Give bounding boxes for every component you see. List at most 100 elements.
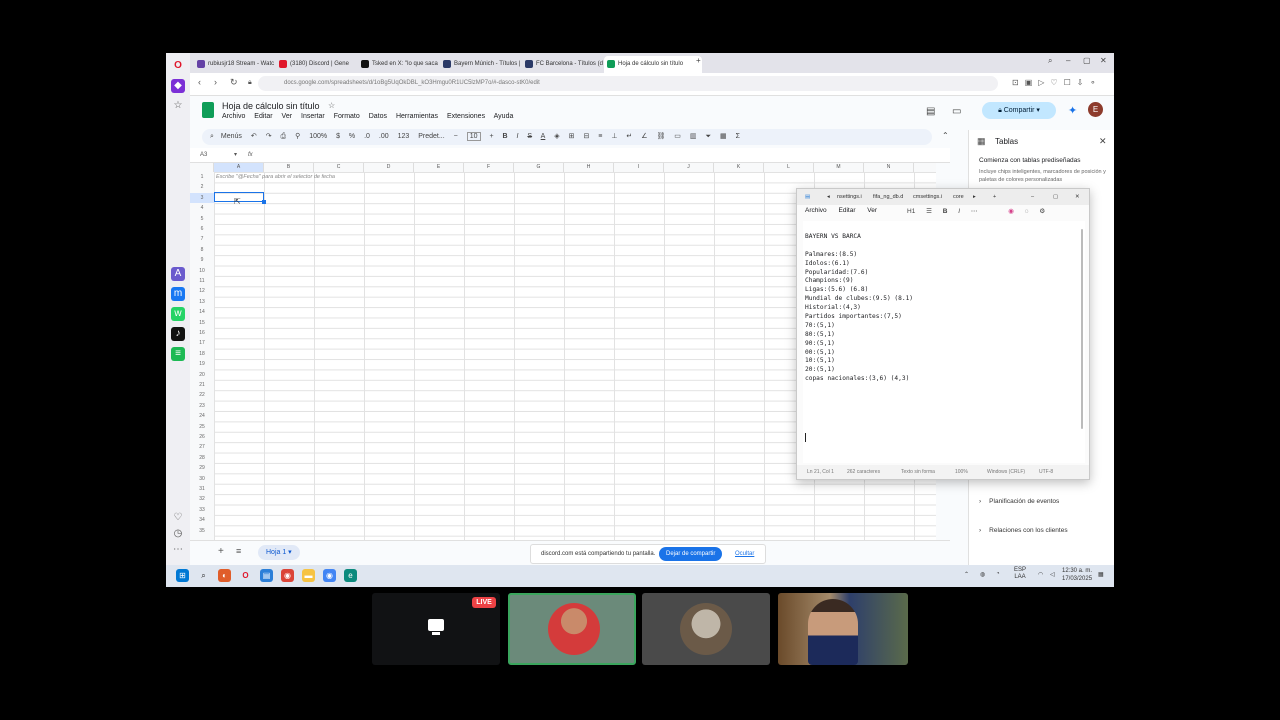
notepad-menu-ver[interactable]: Ver <box>867 207 877 214</box>
row-header[interactable]: 34 <box>190 515 214 525</box>
percent-button[interactable]: % <box>349 133 355 140</box>
row-header[interactable]: 8 <box>190 245 214 255</box>
bold-icon[interactable]: B <box>503 133 508 140</box>
row-header[interactable]: 3 <box>190 192 214 204</box>
profile-icon[interactable]: ◌ <box>1025 208 1029 215</box>
address-bar-icons[interactable]: ⊡▣▷♡☐⇩⚬ <box>1012 78 1102 87</box>
menu-herramientas[interactable]: Herramientas <box>396 113 438 120</box>
tray-chevron-icon[interactable]: ⌃ <box>964 571 969 578</box>
row-header[interactable]: 25 <box>190 422 214 432</box>
column-header[interactable]: J <box>664 163 714 172</box>
comment-icon[interactable]: ▭ <box>674 133 681 140</box>
valign-icon[interactable]: ⊥ <box>611 133 617 140</box>
column-header[interactable]: F <box>464 163 514 172</box>
wrap-icon[interactable]: ↵ <box>626 133 632 140</box>
notepad-tab[interactable]: fifa_ng_db.d <box>873 189 903 205</box>
row-header[interactable]: 12 <box>190 286 214 296</box>
column-header[interactable]: C <box>314 163 364 172</box>
browser-tab[interactable]: FC Barcelona - Títulos (d <box>522 56 614 73</box>
row-header[interactable]: 32 <box>190 494 214 504</box>
borders-icon[interactable]: ⊞ <box>569 133 575 140</box>
rotate-icon[interactable]: ∠ <box>641 133 647 140</box>
close-panel-icon[interactable]: ✕ <box>1099 136 1107 147</box>
heading-button[interactable]: H1 <box>907 208 915 215</box>
italic-icon[interactable]: I <box>517 133 519 140</box>
menus-search[interactable]: Menús <box>221 133 242 140</box>
row-header[interactable]: 19 <box>190 359 214 369</box>
column-header[interactable]: D <box>364 163 414 172</box>
document-title[interactable]: Hoja de cálculo sin título <box>222 101 320 111</box>
row-header[interactable]: 16 <box>190 328 214 338</box>
volume-icon[interactable]: ◁ <box>1050 571 1055 578</box>
copilot-icon[interactable]: ◉ <box>1008 208 1014 215</box>
redo-icon[interactable]: ↷ <box>266 133 272 140</box>
row-header[interactable]: 14 <box>190 307 214 317</box>
participant-tile[interactable] <box>642 593 770 665</box>
widgets-icon[interactable]: ◐ <box>218 569 231 582</box>
webcam-tile[interactable] <box>778 593 908 665</box>
avatar[interactable]: E <box>1088 102 1103 117</box>
filter-icon[interactable]: ⏷ <box>705 133 711 140</box>
scroll-tabs-right-icon[interactable]: ▸ <box>973 189 976 205</box>
row-header[interactable]: 27 <box>190 442 214 452</box>
menu-archivo[interactable]: Archivo <box>222 113 245 120</box>
merge-icon[interactable]: ⊟ <box>583 133 589 140</box>
browser-tab[interactable]: Bayern Múnich - Títulos | <box>440 56 532 73</box>
more-icon[interactable]: ⋯ <box>971 208 978 215</box>
column-header[interactable]: B <box>264 163 314 172</box>
comments-icon[interactable]: ▤ <box>926 106 935 117</box>
spotify-icon[interactable]: ≡ <box>171 347 185 361</box>
browser-tab-active[interactable]: Hoja de cálculo sin título <box>604 56 702 73</box>
chrome-icon[interactable]: ◉ <box>281 569 294 582</box>
aria-icon[interactable]: ◆ <box>171 79 185 93</box>
meet-icon[interactable]: ▭ <box>952 106 961 117</box>
row-header[interactable]: 29 <box>190 463 214 473</box>
chart-icon[interactable]: ▥ <box>690 133 697 140</box>
file-explorer-icon[interactable]: ▬ <box>302 569 315 582</box>
undo-icon[interactable]: ↶ <box>251 133 257 140</box>
language-indicator[interactable]: ESP LAA <box>1014 567 1026 581</box>
tray-app-icon[interactable]: ◍ <box>980 571 985 578</box>
notepad-scrollbar[interactable] <box>1081 229 1083 429</box>
filter-views-icon[interactable]: ▦ <box>720 133 727 140</box>
new-tab-icon[interactable]: + <box>696 56 701 65</box>
italic-icon[interactable]: I <box>958 208 960 215</box>
menu-datos[interactable]: Datos <box>369 113 387 120</box>
fill-handle[interactable] <box>262 200 266 204</box>
more-icon[interactable]: ⋯ <box>171 543 185 557</box>
notepad-editor[interactable]: BAYERN VS BARCA Palmares:(8.5) Idolos:(6.1… <box>803 221 1085 463</box>
hide-notice-link[interactable]: Ocultar <box>735 545 754 563</box>
notepad-menu-editar[interactable]: Editar <box>839 207 856 214</box>
add-sheet-icon[interactable]: + <box>218 546 224 557</box>
share-button[interactable]: 🔒︎ Compartir ▾ <box>982 102 1056 119</box>
link-icon[interactable]: ⛓ <box>656 133 665 140</box>
menu-ver[interactable]: Ver <box>282 113 293 120</box>
row-header[interactable]: 7 <box>190 234 214 244</box>
currency-button[interactable]: $ <box>336 133 340 140</box>
menu-editar[interactable]: Editar <box>254 113 272 120</box>
column-header[interactable]: A <box>214 163 264 172</box>
heart-icon[interactable]: ♡ <box>171 511 185 525</box>
row-header[interactable]: 18 <box>190 349 214 359</box>
forward-icon[interactable]: › <box>214 77 217 87</box>
browser-tab[interactable]: (3180) Discord | Gene <box>276 56 368 73</box>
row-header[interactable]: 9 <box>190 255 214 265</box>
row-header[interactable]: 23 <box>190 401 214 411</box>
minimize-icon[interactable]: – <box>1066 56 1070 65</box>
column-header[interactable]: E <box>414 163 464 172</box>
browser-tab[interactable]: rubiusjr18 Stream - Watc <box>194 56 286 73</box>
url-bar[interactable]: docs.google.com/spreadsheets/d/1oBg5UqOk… <box>258 76 998 91</box>
start-icon[interactable]: ⊞ <box>176 569 189 582</box>
zoom-select[interactable]: 100% <box>309 133 327 140</box>
wifi-icon[interactable]: ◠ <box>1038 571 1043 578</box>
notepad-tab[interactable]: cmsettings.i <box>913 189 942 205</box>
minimize-icon[interactable]: – <box>1031 189 1034 205</box>
panel-item-clients[interactable]: › Relaciones con los clientes <box>979 527 1068 534</box>
search-icon[interactable]: ⌕ <box>197 569 210 582</box>
row-header[interactable]: 10 <box>190 266 214 276</box>
row-header[interactable]: 20 <box>190 370 214 380</box>
notepad-taskbar-icon[interactable]: ▤ <box>260 569 273 582</box>
aria-ai-icon[interactable]: A <box>171 267 185 281</box>
opera-logo-icon[interactable]: O <box>171 59 185 73</box>
all-sheets-icon[interactable]: ≡ <box>236 546 241 556</box>
